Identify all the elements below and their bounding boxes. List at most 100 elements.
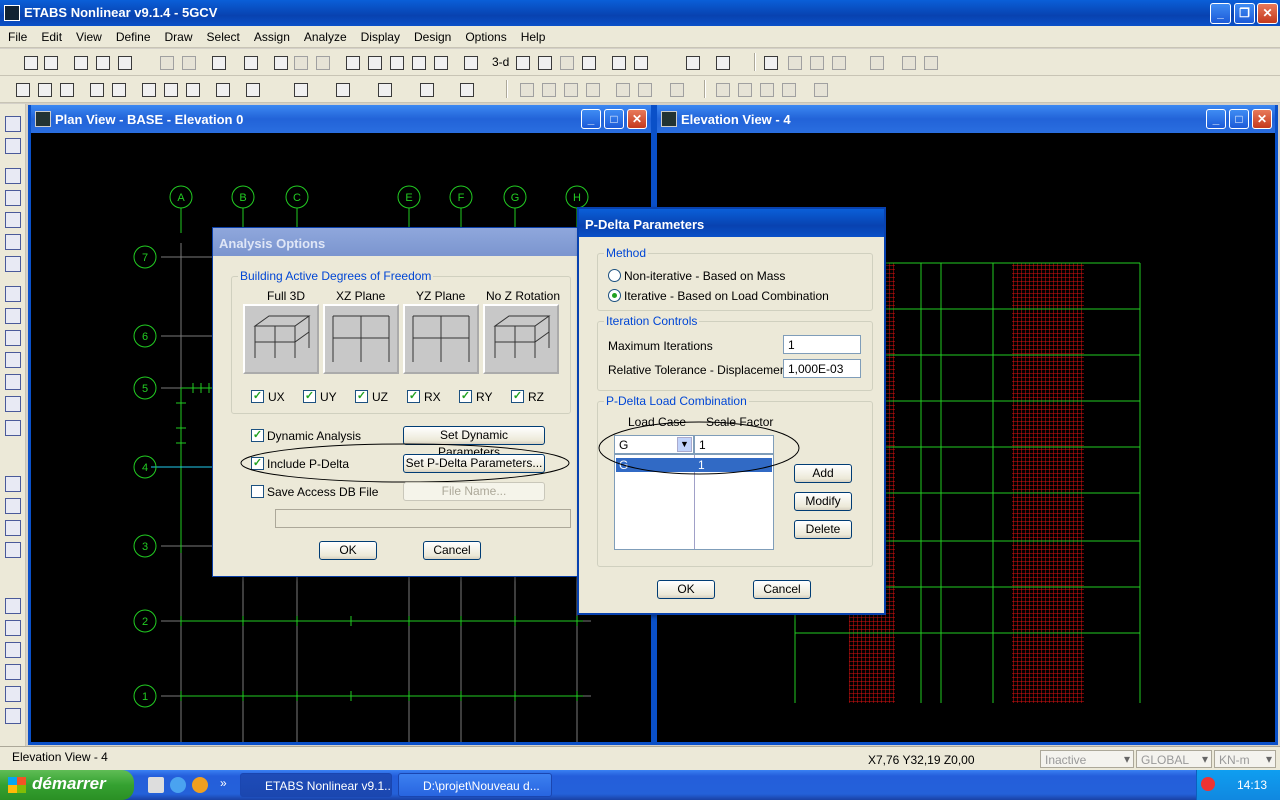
select-previous-icon[interactable] <box>5 498 21 514</box>
draw-dimension-icon[interactable] <box>5 374 21 390</box>
media-player-icon[interactable] <box>192 777 208 793</box>
snap-fine-grid-icon[interactable] <box>5 708 21 724</box>
no-z-rotation-button[interactable] <box>483 304 559 374</box>
yz-plane-button[interactable] <box>403 304 479 374</box>
story-data-icon[interactable] <box>36 81 52 97</box>
ry-checkbox[interactable]: ✓ <box>459 390 472 403</box>
plan-close-button[interactable]: ✕ <box>627 109 647 129</box>
move-down-icon[interactable] <box>632 54 648 70</box>
undo-icon[interactable] <box>158 54 174 70</box>
max-iterations-field[interactable]: 1 <box>783 335 861 354</box>
elevation-close-button[interactable]: ✕ <box>1252 109 1272 129</box>
plan-maximize-button[interactable]: □ <box>604 109 624 129</box>
show-desktop-icon[interactable] <box>148 777 164 793</box>
rz-checkbox[interactable]: ✓ <box>511 390 524 403</box>
assign-area-icon[interactable] <box>334 81 350 97</box>
select-all-icon[interactable] <box>5 476 21 492</box>
uy-checkbox[interactable]: ✓ <box>303 390 316 403</box>
select-pointer-icon[interactable] <box>5 116 21 132</box>
zoom-full-icon[interactable] <box>366 54 382 70</box>
layer-icon[interactable] <box>58 81 74 97</box>
menu-help[interactable]: Help <box>513 26 552 44</box>
assign-loads-icon[interactable] <box>418 81 434 97</box>
design-steel-icon[interactable] <box>714 81 730 97</box>
frame-deformed-icon[interactable] <box>786 54 802 70</box>
wall-sections-icon[interactable] <box>140 81 156 97</box>
tray-alert-icon[interactable] <box>1201 777 1215 791</box>
save-icon[interactable] <box>72 54 88 70</box>
draw-line-icon[interactable] <box>5 168 21 184</box>
draw-area-icon[interactable] <box>5 308 21 324</box>
draw-secondary-icon[interactable] <box>5 256 21 272</box>
slab-sections-icon[interactable] <box>162 81 178 97</box>
taskbar-explorer[interactable]: D:\projet\Nouveau d... <box>398 773 552 797</box>
clear-selection-icon[interactable] <box>5 520 21 536</box>
frame-sections-icon[interactable] <box>110 81 126 97</box>
pan-icon[interactable] <box>462 54 478 70</box>
load-cases-icon[interactable] <box>214 81 230 97</box>
close-button[interactable]: ✕ <box>1257 3 1278 24</box>
design-options-icon[interactable] <box>922 54 938 70</box>
design-composite-icon[interactable] <box>758 81 774 97</box>
ux-checkbox[interactable]: ✓ <box>251 390 264 403</box>
snap-points-icon[interactable] <box>5 598 21 614</box>
zoom-window-icon[interactable] <box>344 54 360 70</box>
minimize-button[interactable]: _ <box>1210 3 1231 24</box>
display-stress-icon[interactable] <box>584 81 600 97</box>
rotate-icon[interactable] <box>558 54 574 70</box>
display-options-icon[interactable] <box>668 81 684 97</box>
plan-view-icon[interactable] <box>514 54 530 70</box>
assign-shell-icon[interactable] <box>458 81 474 97</box>
design-table-icon[interactable] <box>812 81 828 97</box>
frame-icon[interactable] <box>762 54 778 70</box>
define-grid-icon[interactable] <box>14 81 30 97</box>
add-button[interactable]: Add <box>794 464 852 483</box>
taskbar-etabs[interactable]: ETABS Nonlinear v9.1... <box>240 773 392 797</box>
rx-checkbox[interactable]: ✓ <box>407 390 420 403</box>
load-combo-icon[interactable] <box>244 81 260 97</box>
set-display-icon[interactable] <box>684 54 700 70</box>
materials-icon[interactable] <box>88 81 104 97</box>
print-tables-icon[interactable] <box>116 54 132 70</box>
display-loads-icon[interactable] <box>518 81 534 97</box>
menu-display[interactable]: Display <box>353 26 406 44</box>
elevation-view-icon[interactable] <box>536 54 552 70</box>
draw-wall-icon[interactable] <box>5 286 21 302</box>
display-reactions-icon[interactable] <box>614 81 630 97</box>
modify-button[interactable]: Modify <box>794 492 852 511</box>
redo-icon[interactable] <box>180 54 196 70</box>
menu-file[interactable]: File <box>0 26 33 44</box>
analysis-ok-button[interactable]: OK <box>319 541 377 560</box>
design-wall-icon[interactable] <box>780 81 796 97</box>
menu-view[interactable]: View <box>68 26 108 44</box>
intersecting-line-icon[interactable] <box>5 542 21 558</box>
menu-options[interactable]: Options <box>457 26 512 44</box>
new-file-icon[interactable] <box>22 54 38 70</box>
display-forces-icon[interactable] <box>562 81 578 97</box>
plan-minimize-button[interactable]: _ <box>581 109 601 129</box>
zoom-in-icon[interactable] <box>410 54 426 70</box>
draw-section-cut-icon[interactable] <box>5 420 21 436</box>
dynamic-analysis-checkbox[interactable]: ✓ <box>251 429 264 442</box>
print-icon[interactable] <box>94 54 110 70</box>
units-dropdown[interactable]: KN-m <box>1214 750 1276 768</box>
non-iterative-radio[interactable] <box>608 269 621 282</box>
design-icon[interactable] <box>900 54 916 70</box>
refresh-icon[interactable] <box>210 54 226 70</box>
elevation-maximize-button[interactable]: □ <box>1229 109 1249 129</box>
move-up-icon[interactable] <box>610 54 626 70</box>
menu-draw[interactable]: Draw <box>157 26 199 44</box>
quick-launch-more-icon[interactable]: » <box>220 776 227 790</box>
elevation-minimize-button[interactable]: _ <box>1206 109 1226 129</box>
menu-edit[interactable]: Edit <box>33 26 68 44</box>
3d-view-button[interactable]: 3-d <box>492 55 509 69</box>
start-button[interactable]: démarrer <box>0 770 134 800</box>
deck-sections-icon[interactable] <box>184 81 200 97</box>
snap-ends-icon[interactable] <box>5 620 21 636</box>
open-file-icon[interactable] <box>42 54 58 70</box>
frame-moment-icon[interactable] <box>808 54 824 70</box>
menu-design[interactable]: Design <box>406 26 457 44</box>
pdelta-cancel-button[interactable]: Cancel <box>753 580 811 599</box>
snap-intersection-icon[interactable] <box>5 642 21 658</box>
draw-grid-icon[interactable] <box>5 396 21 412</box>
